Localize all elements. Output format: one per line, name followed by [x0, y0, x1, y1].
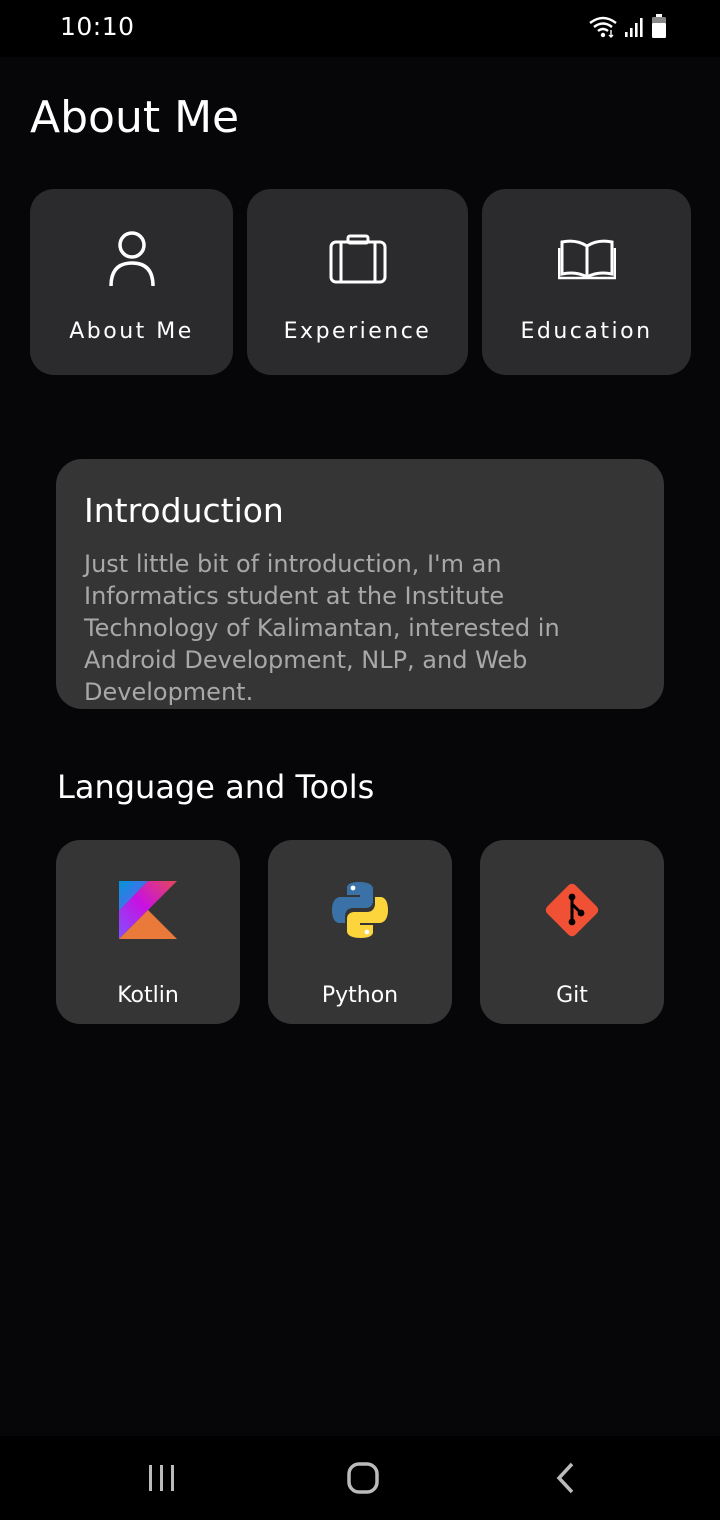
status-icons — [588, 14, 666, 42]
tool-card-python[interactable]: Python — [268, 840, 452, 1024]
introduction-title: Introduction — [84, 491, 284, 530]
tool-label: Python — [321, 983, 399, 1008]
status-bar: 10:10 — [0, 0, 720, 57]
nav-card-education[interactable]: Education — [482, 189, 691, 375]
briefcase-icon — [329, 229, 387, 289]
introduction-body: Just little bit of introduction, I'm an … — [84, 550, 560, 706]
tools-section-title: Language and Tools — [57, 768, 375, 806]
nav-card-about-me[interactable]: About Me — [30, 189, 233, 375]
back-icon[interactable] — [535, 1458, 595, 1498]
recents-icon[interactable] — [132, 1458, 192, 1498]
page-title: About Me — [30, 92, 240, 143]
signal-icon — [624, 16, 646, 42]
introduction-card: Introduction Just little bit of introduc… — [56, 459, 664, 709]
wifi-icon — [588, 16, 618, 42]
python-logo-icon — [331, 881, 389, 939]
person-icon — [108, 229, 156, 289]
system-nav-bar — [0, 1436, 720, 1520]
nav-card-experience[interactable]: Experience — [247, 189, 468, 375]
tool-card-git[interactable]: Git — [480, 840, 664, 1024]
tool-card-kotlin[interactable]: Kotlin — [56, 840, 240, 1024]
home-icon[interactable] — [333, 1458, 393, 1498]
nav-card-label: Experience — [283, 319, 432, 344]
book-icon — [557, 229, 616, 289]
tool-label: Git — [556, 983, 588, 1008]
kotlin-logo-icon — [119, 881, 177, 939]
nav-card-label: About Me — [69, 319, 194, 344]
status-time: 10:10 — [60, 12, 135, 41]
git-logo-icon — [543, 881, 601, 939]
nav-card-label: Education — [520, 319, 653, 344]
tool-label: Kotlin — [117, 983, 179, 1008]
battery-icon — [652, 14, 666, 42]
